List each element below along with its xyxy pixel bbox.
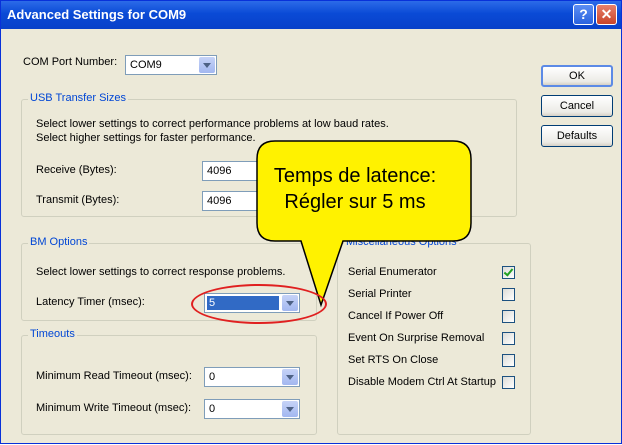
callout-text: Temps de latence: Régler sur 5 ms <box>255 163 455 215</box>
callout-line-2: Régler sur 5 ms <box>284 191 426 213</box>
dialog-window: Advanced Settings for COM9 ? ✕ COM Port … <box>0 0 622 444</box>
highlight-ellipse <box>191 284 327 324</box>
callout-bubble <box>256 140 472 308</box>
callout-line-1: Temps de latence: <box>273 165 437 187</box>
